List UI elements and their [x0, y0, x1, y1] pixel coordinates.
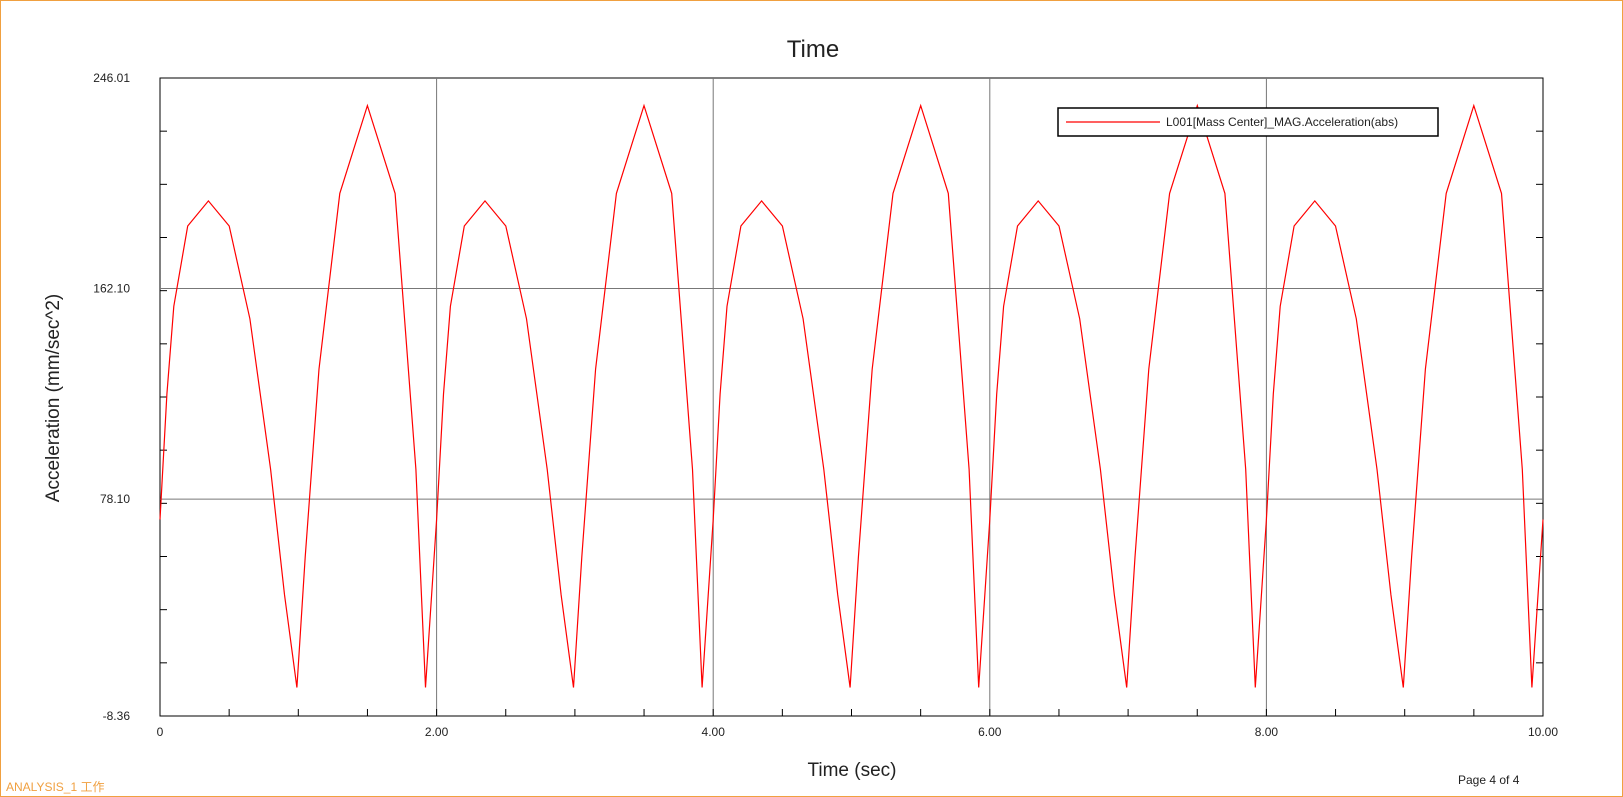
x-tick-label: 2.00 — [425, 725, 449, 739]
y-axis-label: Acceleration (mm/sec^2) — [43, 294, 64, 502]
series-line — [159, 103, 1544, 688]
chart-canvas: Time Time (sec) Acceleration (mm/sec^2) … — [43, 36, 1558, 781]
legend-entry-label: L001[Mass Center]_MAG.Acceleration(abs) — [1166, 115, 1398, 129]
y-tick-label: 246.01 — [93, 71, 130, 85]
x-tick-label: 4.00 — [702, 725, 726, 739]
analysis-label: ANALYSIS_1 工作 — [6, 780, 105, 794]
y-tick-label: -8.36 — [103, 709, 131, 723]
x-tick-label: 6.00 — [978, 725, 1002, 739]
y-tick-label: 78.10 — [100, 492, 130, 506]
page-indicator: Page 4 of 4 — [1458, 773, 1520, 787]
x-tick-label: 8.00 — [1255, 725, 1279, 739]
x-axis-label: Time (sec) — [807, 760, 896, 781]
plot-area-border — [159, 77, 1544, 717]
x-tick-label: 0 — [157, 725, 164, 739]
x-tick-label: 10.00 — [1528, 725, 1558, 739]
chart-title: Time — [787, 36, 839, 63]
y-tick-label: 162.10 — [93, 281, 130, 295]
